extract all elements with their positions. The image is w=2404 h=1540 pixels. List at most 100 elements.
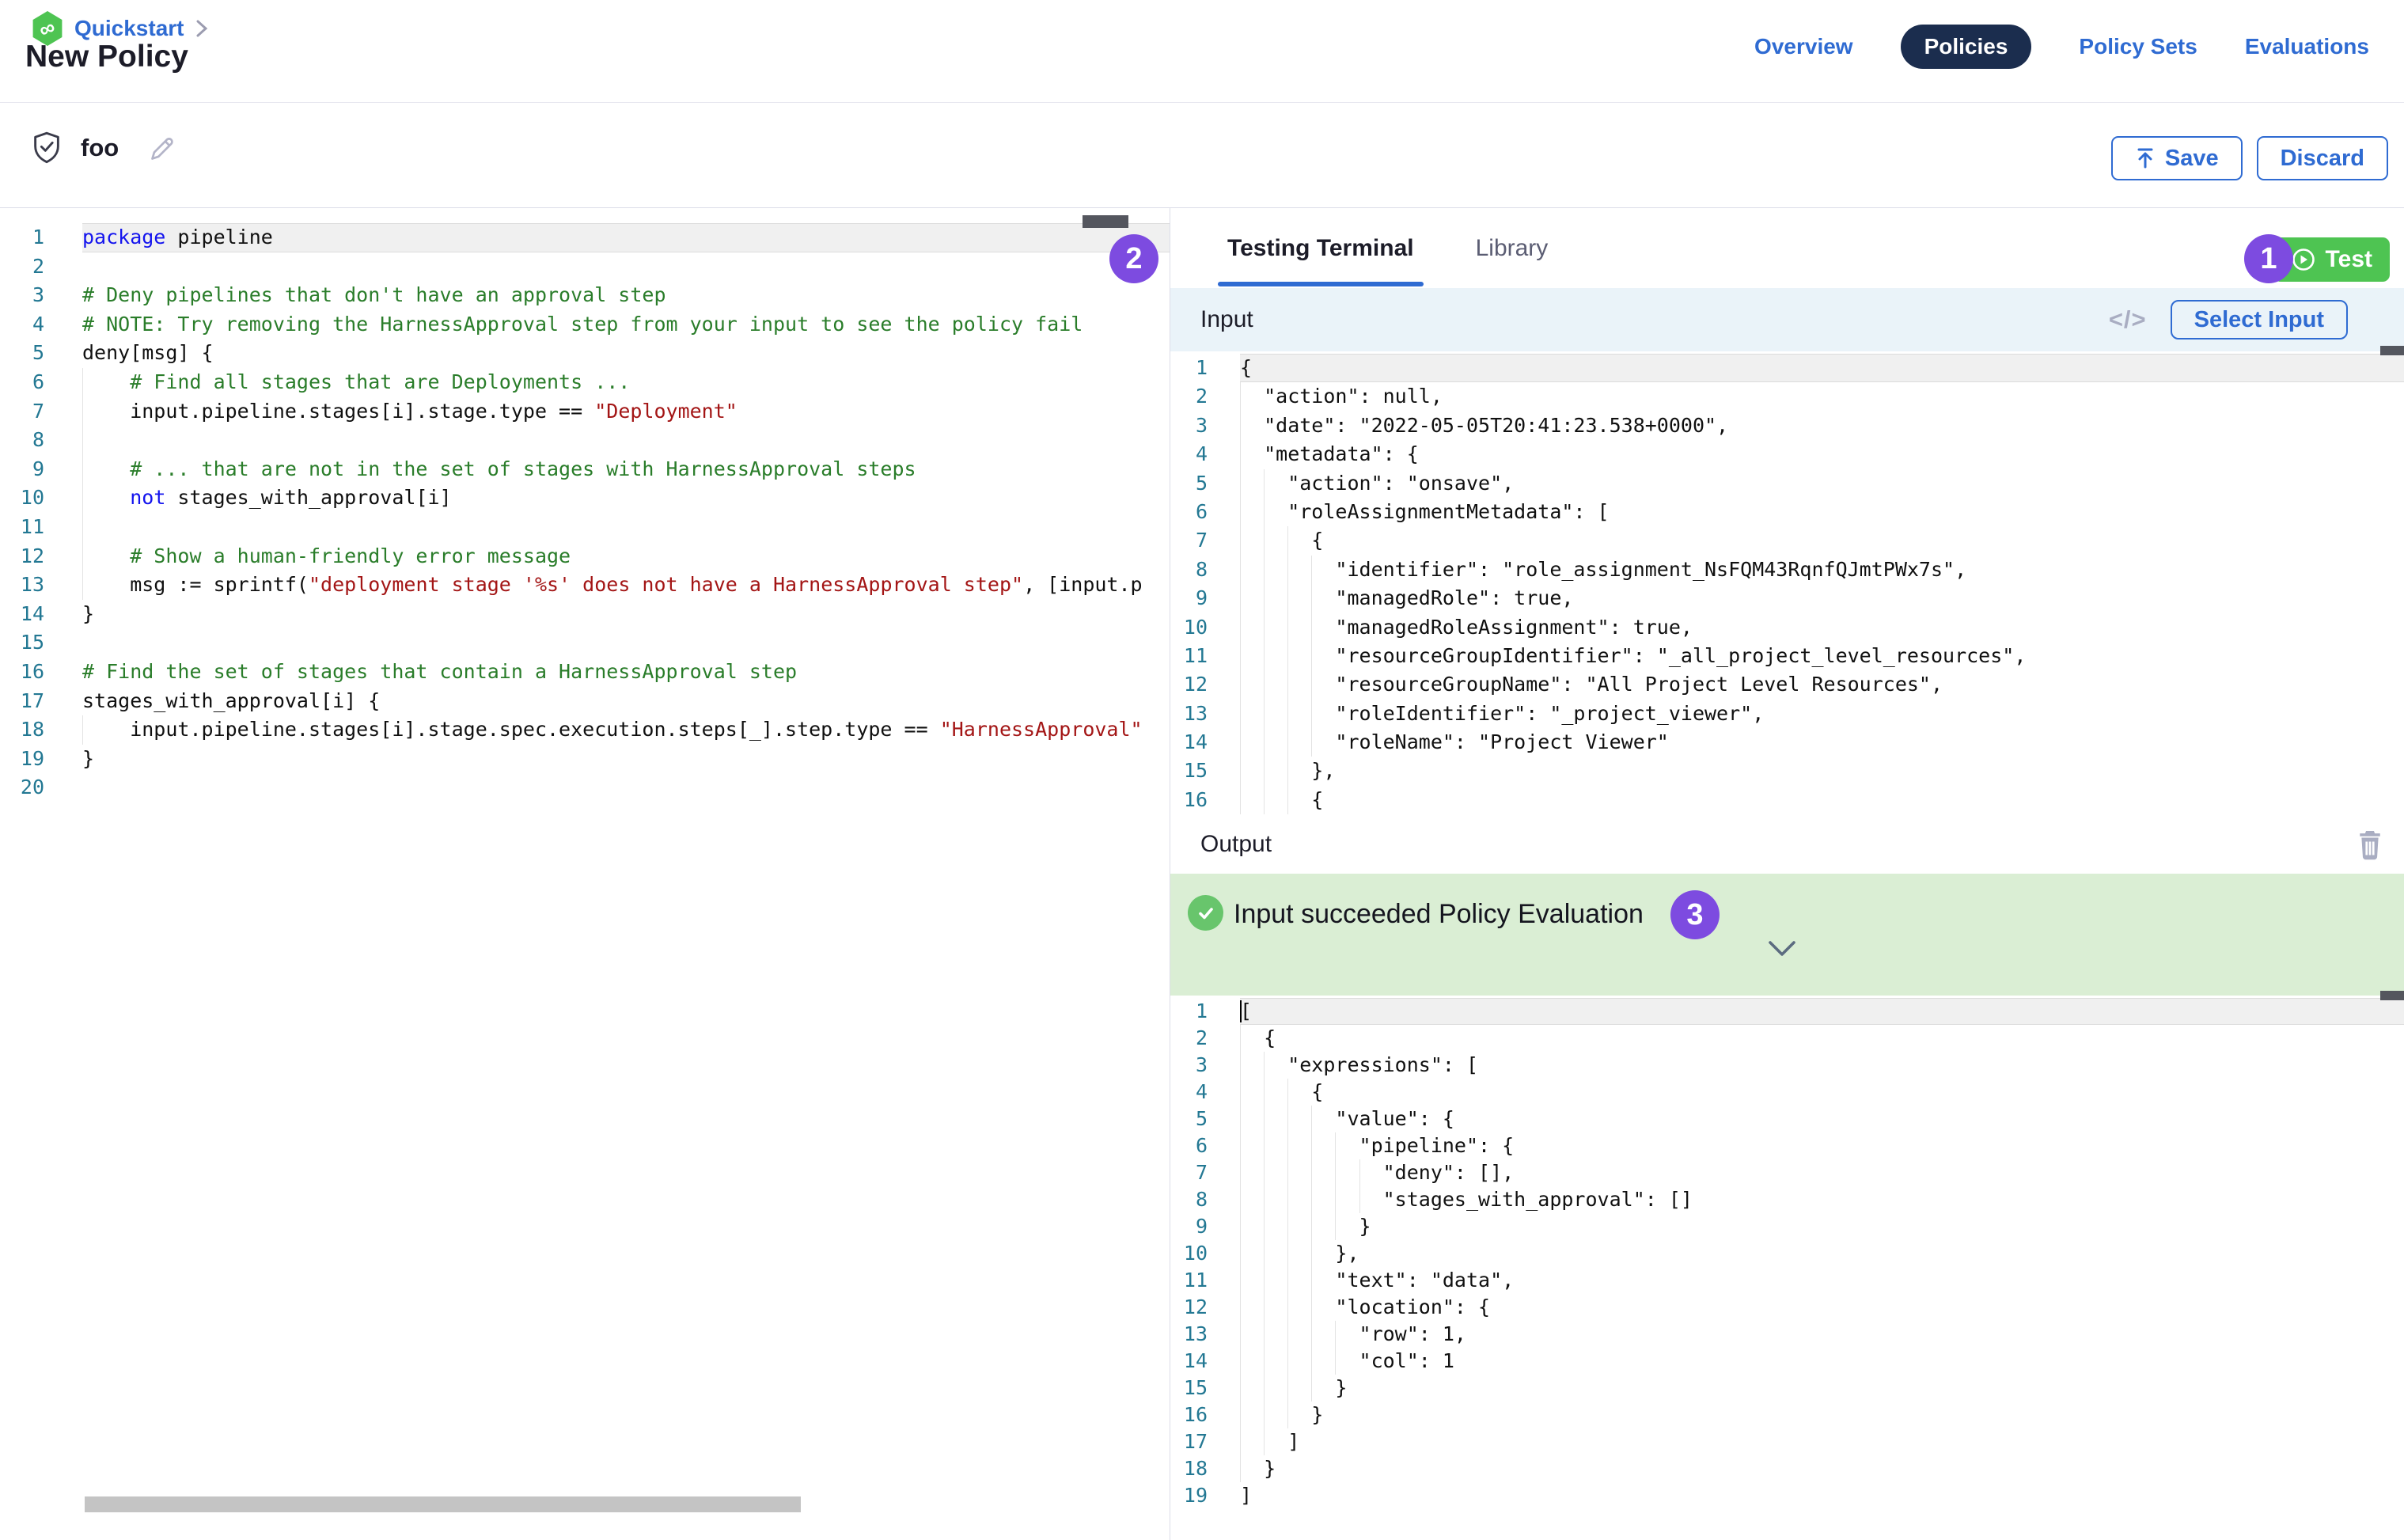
- code-line[interactable]: 14}: [0, 600, 1170, 629]
- code-text: }: [1240, 1402, 2404, 1428]
- code-line[interactable]: 16 }: [1170, 1402, 2404, 1428]
- nav-item-policies[interactable]: Policies: [1901, 25, 2032, 69]
- tab-library[interactable]: Library: [1476, 208, 1549, 288]
- code-line[interactable]: 2 {: [1170, 1025, 2404, 1052]
- code-line[interactable]: 9 "managedRole": true,: [1170, 584, 2404, 613]
- code-text: "roleIdentifier": "_project_viewer",: [1240, 700, 2404, 728]
- code-text: package pipeline: [82, 223, 1170, 252]
- code-line[interactable]: 1{: [1170, 354, 2404, 382]
- code-line[interactable]: 12 "location": {: [1170, 1294, 2404, 1321]
- code-line[interactable]: 10 },: [1170, 1240, 2404, 1267]
- code-line[interactable]: 8 "identifier": "role_assignment_NsFQM43…: [1170, 556, 2404, 584]
- code-line[interactable]: 13 "row": 1,: [1170, 1321, 2404, 1348]
- output-json-editor[interactable]: 1[2 {3 "expressions": [4 {5 "value": {6 …: [1170, 996, 2404, 1540]
- code-line[interactable]: 5deny[msg] {: [0, 339, 1170, 368]
- code-text: {: [1240, 1025, 2404, 1052]
- success-check-icon: [1188, 895, 1223, 931]
- line-number: 1: [1170, 998, 1240, 1025]
- code-line[interactable]: 15 }: [1170, 1375, 2404, 1402]
- code-text: },: [1240, 1240, 2404, 1267]
- code-line[interactable]: 14 "col": 1: [1170, 1348, 2404, 1375]
- code-line[interactable]: 7 {: [1170, 526, 2404, 555]
- select-input-button[interactable]: Select Input: [2171, 300, 2348, 339]
- code-line[interactable]: 19]: [1170, 1482, 2404, 1509]
- code-text: {: [1240, 526, 2404, 555]
- code-line[interactable]: 19}: [0, 745, 1170, 774]
- code-line[interactable]: 4# NOTE: Try removing the HarnessApprova…: [0, 310, 1170, 339]
- code-line[interactable]: 1[: [1170, 998, 2404, 1025]
- line-number: 4: [1170, 440, 1240, 468]
- code-text: "row": 1,: [1240, 1321, 2404, 1348]
- tab-testing-terminal[interactable]: Testing Terminal: [1227, 208, 1414, 288]
- policy-code-editor[interactable]: 1package pipeline23# Deny pipelines that…: [0, 208, 1170, 1540]
- code-line[interactable]: 12 # Show a human-friendly error message: [0, 542, 1170, 571]
- code-line[interactable]: 8: [0, 426, 1170, 455]
- code-line[interactable]: 16# Find the set of stages that contain …: [0, 658, 1170, 687]
- input-editor-minimap[interactable]: [2380, 346, 2404, 355]
- editor-minimap[interactable]: [1083, 215, 1128, 228]
- code-line[interactable]: 3 "expressions": [: [1170, 1052, 2404, 1079]
- nav-item-evaluations[interactable]: Evaluations: [2245, 34, 2369, 59]
- code-line[interactable]: 9 # ... that are not in the set of stage…: [0, 455, 1170, 484]
- annotation-badge-1: 1: [2244, 234, 2293, 283]
- code-line[interactable]: 18 input.pipeline.stages[i].stage.spec.e…: [0, 715, 1170, 745]
- nav-item-overview[interactable]: Overview: [1754, 34, 1853, 59]
- line-number: 15: [1170, 1375, 1240, 1402]
- code-line[interactable]: 6 # Find all stages that are Deployments…: [0, 368, 1170, 397]
- code-line[interactable]: 5 "action": "onsave",: [1170, 469, 2404, 498]
- nav-item-policy-sets[interactable]: Policy Sets: [2079, 34, 2197, 59]
- code-text: [82, 426, 1170, 455]
- expand-chevron-icon[interactable]: [1768, 940, 1796, 958]
- code-line[interactable]: 6 "roleAssignmentMetadata": [: [1170, 498, 2404, 526]
- trash-icon[interactable]: [2357, 828, 2383, 861]
- line-number: 13: [0, 571, 82, 600]
- code-line[interactable]: 9 }: [1170, 1213, 2404, 1240]
- code-line[interactable]: 17 ]: [1170, 1428, 2404, 1455]
- code-line[interactable]: 1package pipeline: [0, 223, 1170, 252]
- code-line[interactable]: 7 "deny": [],: [1170, 1159, 2404, 1186]
- save-button[interactable]: Save: [2111, 136, 2243, 180]
- code-line[interactable]: 16 {: [1170, 786, 2404, 814]
- line-number: 19: [1170, 1482, 1240, 1509]
- code-line[interactable]: 11: [0, 513, 1170, 542]
- line-number: 9: [0, 455, 82, 484]
- code-line[interactable]: 2: [0, 252, 1170, 282]
- code-line[interactable]: 4 {: [1170, 1079, 2404, 1106]
- code-text: ]: [1240, 1428, 2404, 1455]
- code-line[interactable]: 13 msg := sprintf("deployment stage '%s'…: [0, 571, 1170, 600]
- code-brackets-icon[interactable]: </>: [2109, 305, 2147, 334]
- output-editor-minimap[interactable]: [2380, 991, 2404, 1000]
- code-text: [: [1240, 998, 2404, 1025]
- code-line[interactable]: 13 "roleIdentifier": "_project_viewer",: [1170, 700, 2404, 728]
- code-line[interactable]: 8 "stages_with_approval": []: [1170, 1186, 2404, 1213]
- horizontal-scrollbar[interactable]: [85, 1496, 801, 1512]
- code-line[interactable]: 10 "managedRoleAssignment": true,: [1170, 613, 2404, 642]
- text-cursor: [1240, 1000, 1242, 1022]
- code-line[interactable]: 3 "date": "2022-05-05T20:41:23.538+0000"…: [1170, 412, 2404, 440]
- code-line[interactable]: 15: [0, 628, 1170, 658]
- policy-shield-check-icon: [32, 131, 62, 165]
- code-line[interactable]: 20: [0, 773, 1170, 802]
- line-number: 18: [0, 715, 82, 745]
- code-line[interactable]: 2 "action": null,: [1170, 382, 2404, 411]
- code-line[interactable]: 11 "text": "data",: [1170, 1267, 2404, 1294]
- code-line[interactable]: 17stages_with_approval[i] {: [0, 687, 1170, 716]
- code-line[interactable]: 7 input.pipeline.stages[i].stage.type ==…: [0, 397, 1170, 427]
- code-line[interactable]: 18 }: [1170, 1455, 2404, 1482]
- code-line[interactable]: 14 "roleName": "Project Viewer": [1170, 728, 2404, 757]
- code-line[interactable]: 5 "value": {: [1170, 1106, 2404, 1132]
- input-title: Input: [1200, 306, 1253, 333]
- code-line[interactable]: 12 "resourceGroupName": "All Project Lev…: [1170, 670, 2404, 699]
- discard-button[interactable]: Discard: [2257, 136, 2388, 180]
- code-line[interactable]: 15 },: [1170, 757, 2404, 785]
- code-text: "pipeline": {: [1240, 1132, 2404, 1159]
- line-number: 2: [1170, 382, 1240, 411]
- code-line[interactable]: 6 "pipeline": {: [1170, 1132, 2404, 1159]
- input-json-editor[interactable]: 1{2 "action": null,3 "date": "2022-05-05…: [1170, 351, 2404, 817]
- edit-pencil-icon[interactable]: [149, 134, 177, 162]
- code-line[interactable]: 10 not stages_with_approval[i]: [0, 484, 1170, 513]
- code-line[interactable]: 11 "resourceGroupIdentifier": "_all_proj…: [1170, 642, 2404, 670]
- breadcrumb-project-link[interactable]: Quickstart: [74, 16, 184, 41]
- code-line[interactable]: 4 "metadata": {: [1170, 440, 2404, 468]
- code-line[interactable]: 3# Deny pipelines that don't have an app…: [0, 281, 1170, 310]
